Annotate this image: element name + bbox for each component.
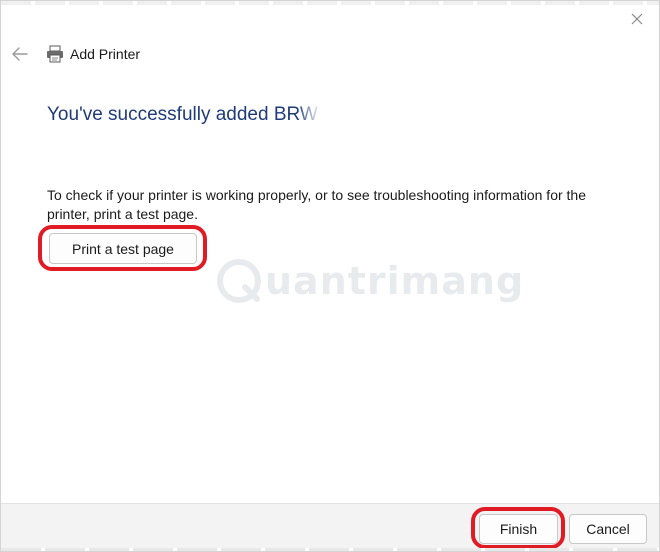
close-icon [631,13,643,25]
cancel-button[interactable]: Cancel [569,514,647,544]
print-button-highlight [38,225,207,271]
page-heading: You've successfully added BRWFC [47,104,319,125]
back-arrow-icon [12,47,28,61]
bottom-border-strip [1,548,659,551]
top-border-strip [1,1,659,5]
add-printer-dialog: Add Printer You've successfully added BR… [0,0,660,552]
watermark-q-icon [217,259,261,303]
printer-icon [47,45,63,63]
watermark-logo: uantrimang [215,253,523,309]
finish-button-highlight [471,507,565,549]
window-title: Add Printer [70,46,141,62]
heading-fade [297,101,321,129]
watermark-text: uantrimang [265,259,525,303]
back-button[interactable] [7,41,33,67]
description-text: To check if your printer is working prop… [47,187,586,222]
close-button[interactable] [623,5,651,33]
